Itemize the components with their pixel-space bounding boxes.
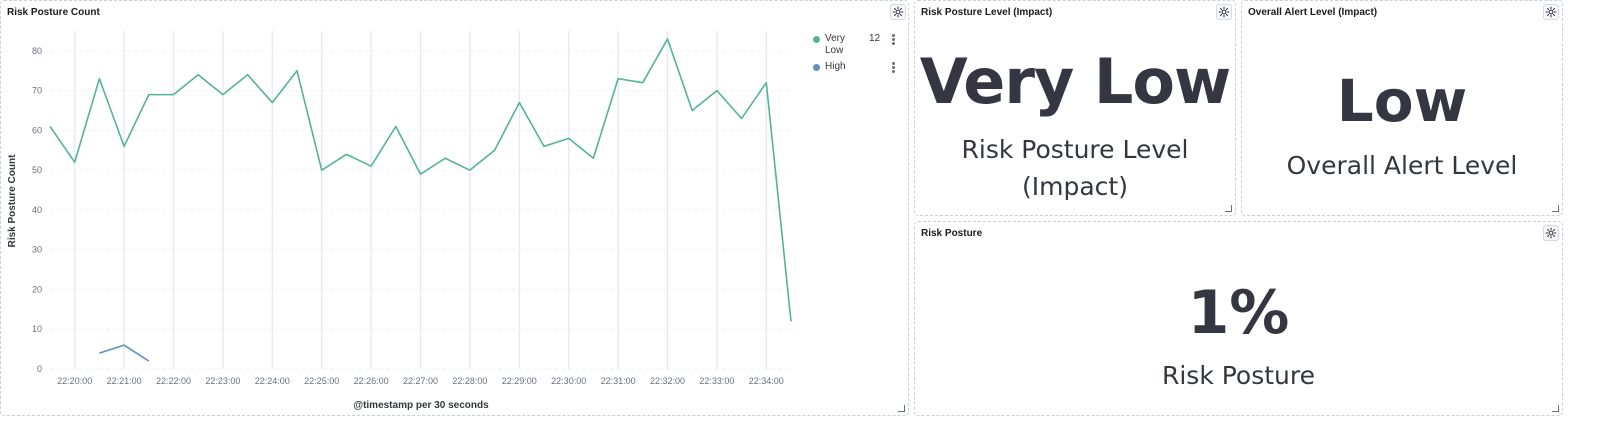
y-tick-label: 20 <box>32 284 42 294</box>
y-tick-label: 50 <box>32 165 42 175</box>
gear-icon <box>1545 227 1557 239</box>
resize-handle[interactable] <box>1225 205 1232 212</box>
x-tick-label: 22:24:00 <box>255 376 290 386</box>
x-tick-label: 22:27:00 <box>403 376 438 386</box>
x-tick-label: 22:26:00 <box>354 376 389 386</box>
panel-title: Risk Posture <box>921 228 983 239</box>
risk-posture-panel: Risk Posture 1% Risk Posture <box>914 221 1563 416</box>
legend-action-icon[interactable] <box>892 62 895 74</box>
legend-item-very-low[interactable]: Very Low <box>825 33 845 57</box>
legend-color-very-low <box>813 36 820 43</box>
y-tick-label: 70 <box>32 86 42 96</box>
panel-options-button[interactable] <box>1543 225 1559 241</box>
metric-value: Very Low <box>919 45 1232 118</box>
y-tick-label: 10 <box>32 324 42 334</box>
resize-handle[interactable] <box>1552 205 1559 212</box>
legend-color-high <box>813 64 820 71</box>
y-tick-label: 60 <box>32 125 42 135</box>
x-tick-label: 22:31:00 <box>601 376 636 386</box>
risk-posture-count-panel: Risk Posture Count 0 10 20 30 40 50 60 70 80 22:… <box>0 0 909 416</box>
x-tick-label: 22:25:00 <box>304 376 339 386</box>
legend-item-high[interactable]: High <box>825 61 846 72</box>
metric-value: Low <box>1336 67 1468 135</box>
resize-handle[interactable] <box>898 405 905 412</box>
x-tick-label: 22:29:00 <box>502 376 537 386</box>
panel-options-button[interactable] <box>1543 4 1559 20</box>
x-axis-label: @timestamp per 30 seconds <box>353 400 489 411</box>
metric-label: Overall Alert Level <box>1286 151 1518 180</box>
x-tick-label: 22:23:00 <box>205 376 240 386</box>
line-chart: 0 10 20 30 40 50 60 70 80 22:20:00 22:21:00 22:22:… <box>7 31 792 411</box>
y-tick-label: 30 <box>32 245 42 255</box>
x-tick-label: 22:30:00 <box>551 376 586 386</box>
y-tick-label: 0 <box>37 364 42 374</box>
gear-icon <box>1545 6 1557 18</box>
x-tick-label: 22:21:00 <box>107 376 142 386</box>
x-tick-label: 22:28:00 <box>452 376 487 386</box>
panel-title: Risk Posture Level (Impact) <box>921 7 1053 18</box>
overall-alert-level-panel: Overall Alert Level (Impact) Low Overall… <box>1241 0 1563 216</box>
legend-value-very-low: 12 <box>869 33 881 44</box>
y-tick-label: 80 <box>32 46 42 56</box>
panel-options-button[interactable] <box>1216 4 1232 20</box>
x-tick-label: 22:32:00 <box>650 376 685 386</box>
metric-value: 1% <box>1187 278 1290 348</box>
x-tick-label: 22:22:00 <box>156 376 191 386</box>
panel-title: Overall Alert Level (Impact) <box>1248 7 1378 18</box>
risk-posture-level-panel: Risk Posture Level (Impact) Very Low Ris… <box>914 0 1236 216</box>
y-tick-label: 40 <box>32 205 42 215</box>
x-tick-label: 22:33:00 <box>699 376 734 386</box>
x-tick-label: 22:20:00 <box>57 376 92 386</box>
legend-action-icon[interactable] <box>892 34 895 46</box>
metric-label: Risk Posture Level (Impact) <box>961 135 1189 201</box>
metric-label: Risk Posture <box>1161 361 1316 390</box>
x-tick-label: 22:34:00 <box>749 376 784 386</box>
gear-icon <box>1218 6 1230 18</box>
y-axis-label: Risk Posture Count <box>7 154 18 247</box>
resize-handle[interactable] <box>1552 405 1559 412</box>
